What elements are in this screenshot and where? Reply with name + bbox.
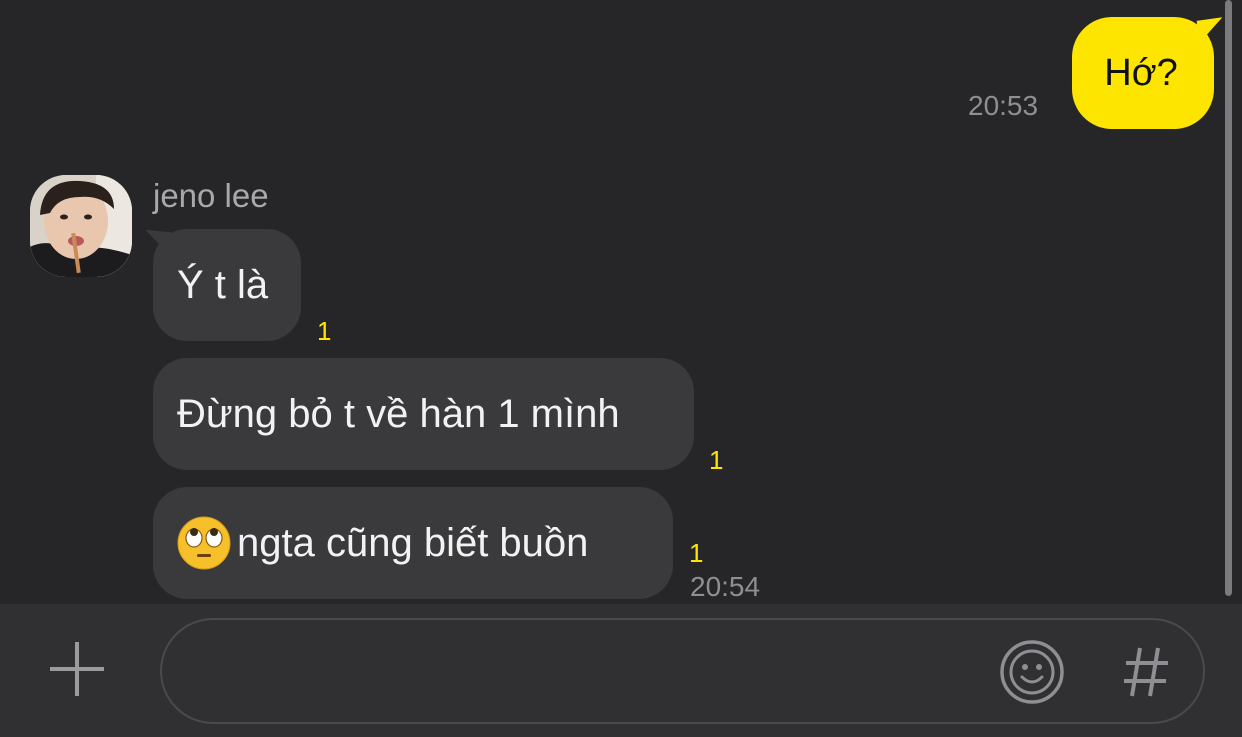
- face-with-rolling-eyes-icon: [177, 516, 231, 570]
- incoming-message-bubble[interactable]: Đừng bỏ t về hàn 1 mình: [153, 358, 694, 470]
- smiley-icon: [1000, 640, 1064, 704]
- avatar-photo: [30, 175, 132, 277]
- unread-count: 1: [689, 538, 704, 568]
- unread-count: 1: [709, 445, 724, 475]
- unread-count: 1: [317, 316, 332, 346]
- hashtag-button[interactable]: [1120, 638, 1172, 704]
- message-text: ngta cũng biết buồn: [237, 520, 589, 565]
- incoming-message-bubble[interactable]: Ý t là: [153, 229, 301, 341]
- attach-button[interactable]: [48, 640, 106, 698]
- plus-icon: [50, 642, 104, 696]
- sender-name: jeno lee: [153, 177, 269, 214]
- avatar[interactable]: [30, 175, 132, 277]
- emoticon-button[interactable]: [999, 639, 1065, 705]
- outgoing-message-bubble[interactable]: Hớ?: [1072, 17, 1214, 129]
- chat-area[interactable]: Hớ? 20:53 jeno lee Ý t là 1 Đừng bỏ t về…: [0, 0, 1242, 604]
- scrollbar[interactable]: [1225, 0, 1232, 596]
- hashtag-icon: [1124, 647, 1168, 697]
- message-timestamp: 20:53: [968, 90, 1039, 121]
- incoming-message-bubble[interactable]: ngta cũng biết buồn: [153, 487, 673, 599]
- message-timestamp: 20:54: [690, 571, 761, 602]
